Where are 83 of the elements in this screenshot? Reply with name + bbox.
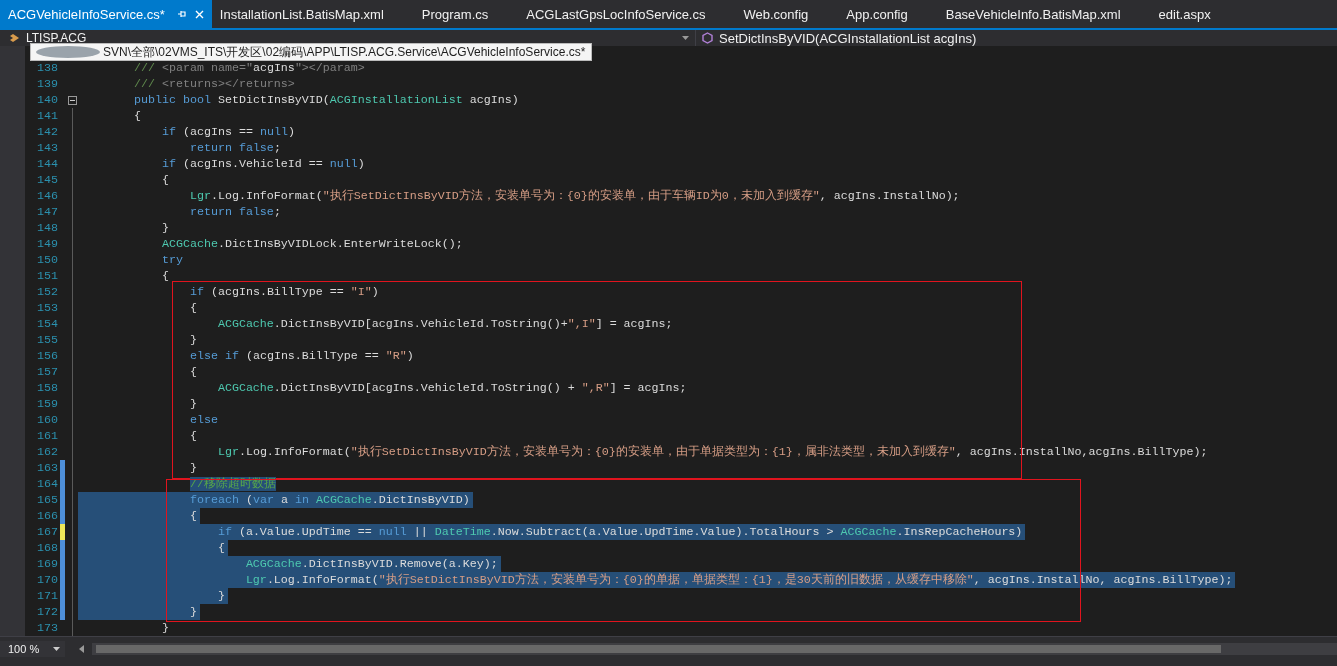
line-number: 167 — [36, 525, 58, 539]
code-line: ACGCache.DictInsByVIDLock.EnterWriteLock(); — [160, 236, 463, 252]
redaction-blur — [35, 45, 101, 59]
fold-toggle-icon[interactable] — [67, 95, 77, 105]
line-number: 156 — [36, 349, 58, 363]
code-line: { — [188, 428, 197, 444]
scroll-left-icon[interactable] — [79, 645, 84, 653]
code-line: public bool SetDictInsByVID(ACGInstallationList acgIns) — [132, 92, 519, 108]
code-line: /// <returns></returns> — [132, 76, 295, 92]
editor-tab[interactable]: ACGVehicleInfoService.cs* — [0, 0, 212, 28]
scrollbar-thumb[interactable] — [96, 645, 1221, 653]
line-number: 149 — [36, 237, 58, 251]
line-number: 146 — [36, 189, 58, 203]
line-number: 161 — [36, 429, 58, 443]
line-number: 154 — [36, 317, 58, 331]
code-line: } — [188, 332, 197, 348]
line-number: 147 — [36, 205, 58, 219]
code-line: { — [188, 364, 197, 380]
editor-tab[interactable]: Program.cs — [413, 0, 519, 28]
line-number: 165 — [36, 493, 58, 507]
method-icon — [702, 32, 713, 44]
editor-tab[interactable]: ACGLastGpsLocInfoService.cs — [518, 0, 736, 28]
code-line: return false; — [188, 140, 281, 156]
close-icon[interactable] — [194, 9, 204, 19]
code-line: try — [160, 252, 183, 268]
line-number: 157 — [36, 365, 58, 379]
code-line: { — [160, 172, 169, 188]
line-number: 163 — [36, 461, 58, 475]
line-number: 145 — [36, 173, 58, 187]
line-number: 150 — [36, 253, 58, 267]
caret-icon — [53, 647, 60, 651]
line-number: 168 — [36, 541, 58, 555]
code-line: { — [160, 268, 169, 284]
editor-tab[interactable]: App.config — [838, 0, 938, 28]
line-number: 169 — [36, 557, 58, 571]
line-number: 143 — [36, 141, 58, 155]
code-line: } — [160, 620, 169, 636]
line-number: 148 — [36, 221, 58, 235]
line-number: 142 — [36, 125, 58, 139]
line-number: 140 — [36, 93, 58, 107]
line-number: 172 — [36, 605, 58, 619]
code-line: if (acgIns.VehicleId == null) — [160, 156, 365, 172]
line-number: 139 — [36, 77, 58, 91]
line-number: 155 — [36, 333, 58, 347]
editor-tab[interactable]: Web.config — [735, 0, 839, 28]
code-line: ACGCache.DictInsByVID[acgIns.VehicleId.ToString() + ",R"] = acgIns; — [216, 380, 687, 396]
line-number: 170 — [36, 573, 58, 587]
tooltip-text: SVN\全部\02VMS_ITS\开发区\02编码\APP\LTISP.ACG.Service\ACGVehicleInfoService.cs* — [103, 43, 586, 61]
line-number: 173 — [36, 621, 58, 635]
code-line: if (acgIns == null) — [160, 124, 295, 140]
line-number: 159 — [36, 397, 58, 411]
code-line: ACGCache.DictInsByVID[acgIns.VehicleId.ToString()+",I"] = acgIns; — [216, 316, 673, 332]
line-number: 158 — [36, 381, 58, 395]
line-number: 152 — [36, 285, 58, 299]
line-number: 162 — [36, 445, 58, 459]
code-line: } — [160, 220, 169, 236]
code-line: } — [188, 460, 197, 476]
code-line: else if (acgIns.BillType == "R") — [188, 348, 414, 364]
code-line: else — [188, 412, 218, 428]
code-line: /// <param name="acgIns"></param> — [132, 60, 365, 76]
line-number: 151 — [36, 269, 58, 283]
zoom-dropdown[interactable]: 100 % — [0, 641, 65, 657]
line-number: 171 — [36, 589, 58, 603]
editor-tab[interactable]: BaseVehicleInfo.BatisMap.xml — [937, 0, 1151, 28]
pin-icon[interactable] — [176, 9, 187, 19]
line-number: 144 — [36, 157, 58, 171]
code-line: return false; — [188, 204, 281, 220]
line-number: 166 — [36, 509, 58, 523]
type-dropdown[interactable]: LTISP.ACG — [0, 30, 678, 46]
line-number: 160 — [36, 413, 58, 427]
caret-icon[interactable] — [682, 36, 689, 40]
line-number: 153 — [36, 301, 58, 315]
line-number: 164 — [36, 477, 58, 491]
line-number: 141 — [36, 109, 58, 123]
editor-tab[interactable]: edit.aspx — [1150, 0, 1241, 28]
code-line: { — [132, 108, 141, 124]
horizontal-scrollbar[interactable] — [92, 643, 1337, 655]
code-line: if (acgIns.BillType == "I") — [188, 284, 379, 300]
code-line: Lgr.Log.InfoFormat("执行SetDictInsByVID方法，安装单号为：{0}的安装单，由于车辆ID为0，未加入到缓存", acgIns.InstallNo); — [188, 188, 960, 204]
code-line: } — [188, 396, 197, 412]
editor-tab[interactable]: InstallationList.BatisMap.xml — [211, 0, 414, 28]
code-line: { — [188, 300, 197, 316]
line-number: 138 — [36, 61, 58, 75]
